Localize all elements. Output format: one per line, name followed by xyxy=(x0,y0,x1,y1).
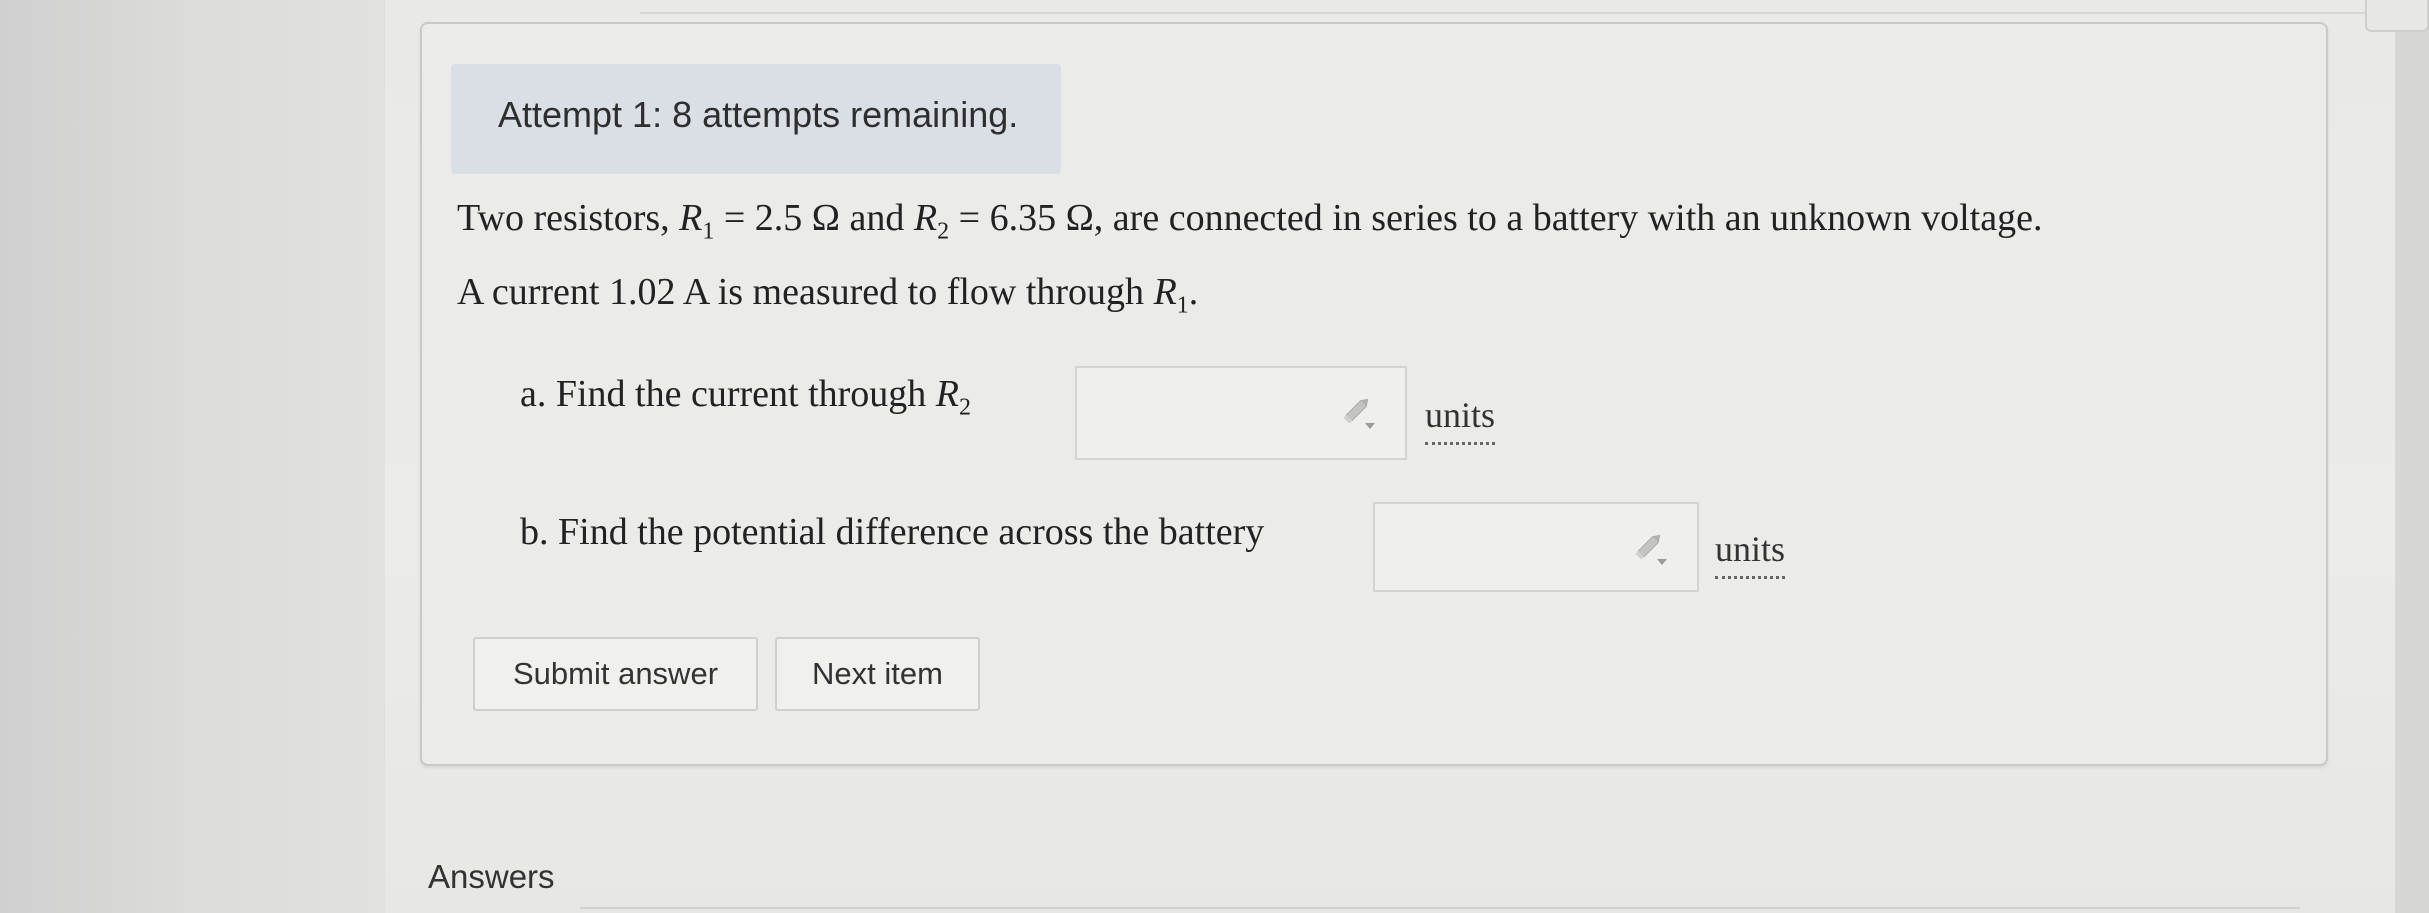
attempt-text: Attempt 1: 8 attempts remaining. xyxy=(498,94,1019,135)
top-divider xyxy=(640,12,2380,14)
r2-variable: R2 xyxy=(913,197,950,245)
units-selector-b[interactable]: units xyxy=(1715,528,1786,579)
part-b-prompt: b. Find the potential difference across … xyxy=(520,511,1265,553)
pencil-dropdown-icon[interactable] xyxy=(1631,532,1671,568)
problem-statement: Two resistors, R1 = 2.5 Ω and R2 = 6.35 … xyxy=(457,188,2307,335)
submit-answer-button[interactable]: Submit answer xyxy=(473,637,758,711)
r1-variable: R1 xyxy=(1153,270,1189,319)
r1-variable: R1 xyxy=(679,197,715,245)
units-selector-a[interactable]: units xyxy=(1425,394,1496,445)
answer-input-b[interactable] xyxy=(1373,502,1699,592)
part-a-prompt: a. Find the current through R2 xyxy=(520,373,972,421)
side-tab xyxy=(2365,0,2429,32)
problem-line-2: A current 1.02 A is measured to flow thr… xyxy=(457,270,1199,319)
r2-variable: R2 xyxy=(935,373,972,421)
problem-line-1: Two resistors, R1 = 2.5 Ω and R2 = 6.35 … xyxy=(457,197,2043,245)
attempt-banner: Attempt 1: 8 attempts remaining. xyxy=(451,64,1061,174)
answers-heading: Answers xyxy=(428,858,555,895)
pencil-dropdown-icon[interactable] xyxy=(1339,396,1379,432)
answer-input-a[interactable] xyxy=(1075,366,1407,460)
next-item-button[interactable]: Next item xyxy=(775,637,980,711)
answers-divider xyxy=(580,907,2300,909)
